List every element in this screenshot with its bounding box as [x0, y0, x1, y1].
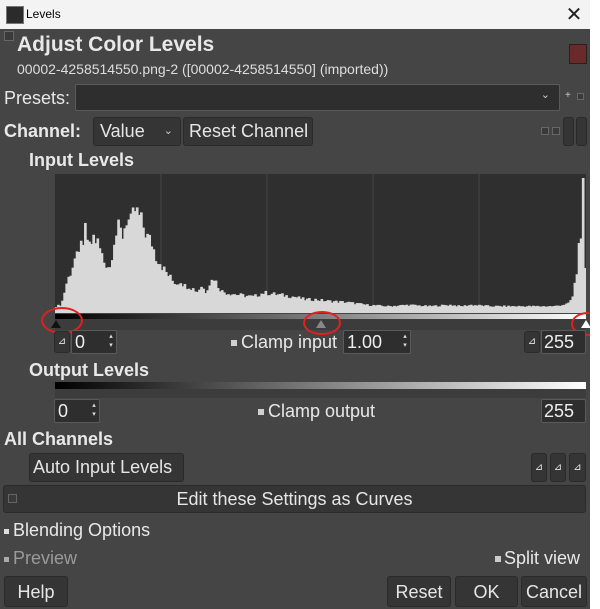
presets-label: Presets:	[4, 88, 71, 108]
histogram-bars	[55, 178, 586, 313]
dialog-menu-icon[interactable]	[4, 31, 14, 41]
channel-value: Value	[100, 121, 145, 141]
histogram-linear-toggle[interactable]	[563, 117, 574, 146]
window-title: Levels	[26, 7, 61, 21]
blending-options-expander[interactable]: Blending Options	[4, 520, 150, 541]
chevron-down-icon: ⌄	[163, 125, 173, 137]
window-titlebar: Levels ✕	[0, 0, 590, 29]
edit-as-curves-button[interactable]: Edit these Settings as Curves	[3, 485, 586, 513]
dialog-title: Adjust Color Levels	[17, 33, 215, 56]
input-high-value: 255	[544, 332, 575, 352]
curves-icon	[8, 494, 17, 503]
output-high-value: 255	[544, 401, 575, 421]
auto-input-levels-button[interactable]: Auto Input Levels	[29, 453, 184, 482]
output-low-value: 0	[58, 401, 69, 421]
checkbox-icon[interactable]	[258, 409, 264, 416]
output-low-spin[interactable]: 0 ▴ ▾	[54, 399, 100, 423]
clamp-input-label: Clamp input	[241, 332, 338, 352]
checkbox-icon[interactable]	[231, 340, 237, 347]
histogram-svg	[55, 174, 586, 313]
split-view-label: Split view	[504, 548, 581, 568]
preview-checkbox[interactable]: Preview	[4, 548, 77, 569]
histogram	[55, 174, 586, 313]
checkbox-icon[interactable]	[4, 556, 9, 562]
spin-arrows-icon[interactable]: ▴ ▾	[400, 332, 410, 350]
input-low-spin[interactable]: 0 ▴ ▾	[71, 330, 117, 354]
image-subtitle: 00002-4258514550.png-2 ([00002-425851455…	[17, 61, 389, 77]
expander-icon	[4, 528, 9, 534]
cancel-button[interactable]: Cancel	[521, 576, 587, 607]
split-view-checkbox[interactable]: Split view	[495, 548, 580, 569]
blending-options-label: Blending Options	[13, 520, 151, 540]
reset-button[interactable]: Reset	[387, 576, 451, 607]
channel-select[interactable]: Value ⌄	[93, 117, 181, 146]
presets-combo[interactable]: ⌄	[75, 84, 560, 111]
pick-white-all-icon[interactable]: ⊿	[569, 453, 586, 482]
clamp-input-checkbox[interactable]: Clamp input	[231, 332, 337, 353]
edit-as-curves-label: Edit these Settings as Curves	[176, 489, 413, 509]
add-preset-icon[interactable]: +	[565, 90, 571, 101]
pick-white-icon[interactable]: ⊿	[524, 331, 540, 353]
output-slider-track[interactable]	[55, 389, 586, 398]
levels-app-icon	[6, 6, 24, 24]
checkbox-icon[interactable]	[495, 556, 501, 563]
output-gradient-bar	[55, 382, 586, 389]
histogram-bar	[583, 267, 586, 313]
log-histogram-icon[interactable]	[552, 127, 560, 135]
output-high-spin[interactable]: 255	[541, 399, 586, 423]
preset-menu-icon[interactable]	[577, 93, 584, 100]
gamma-value: 1.00	[347, 332, 383, 352]
clamp-output-label: Clamp output	[268, 401, 376, 421]
histogram-log-toggle[interactable]	[576, 117, 587, 146]
output-levels-heading: Output Levels	[29, 360, 150, 380]
preview-label: Preview	[13, 548, 78, 568]
spin-arrows-icon[interactable]: ▴ ▾	[89, 401, 99, 419]
spin-arrows-icon[interactable]: ▴ ▾	[106, 332, 116, 350]
help-button[interactable]: Help	[4, 576, 68, 607]
input-low-value: 0	[75, 332, 86, 352]
dropdown-chevron-icon: ⌄	[540, 89, 550, 101]
input-high-spin[interactable]: 255	[541, 330, 586, 354]
levels-dialog: Levels ✕ Adjust Color Levels 00002-42585…	[0, 0, 590, 609]
channel-label: Channel:	[4, 121, 82, 141]
pick-black-icon[interactable]: ⊿	[54, 331, 70, 353]
input-levels-heading: Input Levels	[29, 150, 135, 170]
gamma-spin[interactable]: 1.00 ▴ ▾	[343, 330, 411, 354]
pick-black-all-icon[interactable]: ⊿	[531, 453, 547, 482]
ok-button[interactable]: OK	[455, 576, 518, 607]
image-thumbnail-icon	[569, 44, 587, 64]
close-icon[interactable]: ✕	[562, 2, 586, 26]
all-channels-heading: All Channels	[4, 429, 114, 449]
linear-histogram-icon[interactable]	[541, 127, 549, 135]
reset-channel-button[interactable]: Reset Channel	[183, 117, 313, 146]
clamp-output-checkbox[interactable]: Clamp output	[258, 401, 375, 422]
pick-gray-all-icon[interactable]: ⊿	[550, 453, 566, 482]
